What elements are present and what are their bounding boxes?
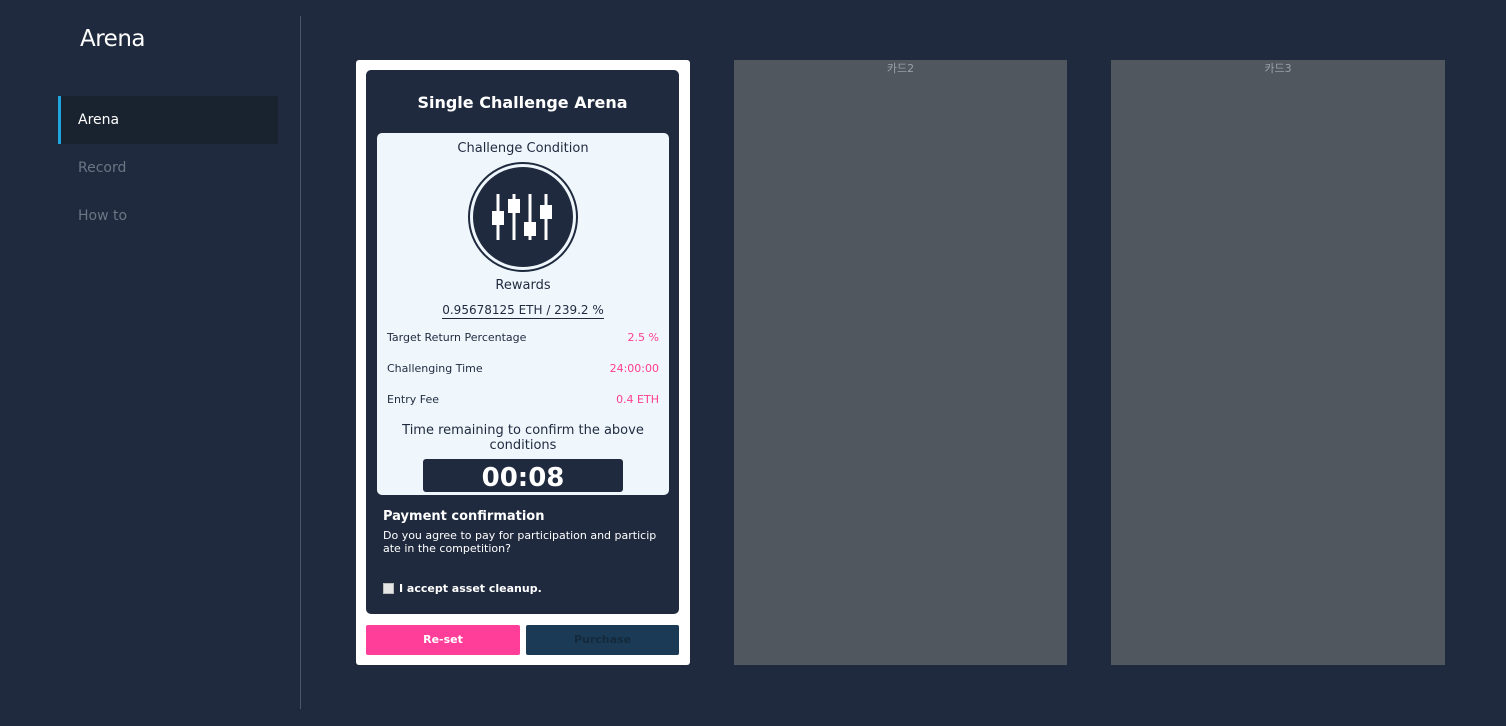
sidebar-item-arena[interactable]: Arena bbox=[58, 96, 278, 144]
sidebar-item-record[interactable]: Record bbox=[58, 144, 278, 192]
sidebar-divider bbox=[300, 16, 301, 709]
time-remaining-label: Time remaining to confirm the above cond… bbox=[402, 423, 644, 453]
condition-row-label: Challenging Time bbox=[387, 362, 483, 375]
countdown-timer: 00:08 bbox=[423, 459, 623, 493]
rewards-value-text: 0.95678125 ETH / 239.2 % bbox=[442, 303, 604, 319]
app-title: Arena bbox=[80, 26, 146, 52]
rewards-label: Rewards bbox=[495, 278, 551, 293]
sidebar: Arena Arena Record How to bbox=[0, 0, 300, 726]
challenge-card-body: Single Challenge Arena Challenge Conditi… bbox=[366, 70, 679, 614]
condition-row-value: 2.5 % bbox=[627, 331, 659, 344]
payment-text: Do you agree to pay for participation an… bbox=[383, 529, 657, 555]
sliders-icon bbox=[468, 162, 578, 272]
card-2-placeholder: 카드2 bbox=[734, 60, 1067, 665]
card-3-placeholder: 카드3 bbox=[1111, 60, 1445, 665]
sidebar-item-how-to[interactable]: How to bbox=[58, 192, 278, 240]
condition-row-label: Target Return Percentage bbox=[387, 331, 527, 344]
condition-row-value: 24:00:00 bbox=[609, 362, 659, 375]
card-2-label: 카드2 bbox=[886, 62, 915, 75]
challenge-card: Single Challenge Arena Challenge Conditi… bbox=[356, 60, 690, 665]
card-3-label: 카드3 bbox=[1264, 62, 1292, 75]
accept-checkbox[interactable] bbox=[383, 583, 394, 594]
rewards-value: 0.95678125 ETH / 239.2 % bbox=[377, 303, 669, 319]
reset-button[interactable]: Re-set bbox=[366, 625, 520, 655]
condition-row-value: 0.4 ETH bbox=[616, 393, 659, 406]
sidebar-nav: Arena Record How to bbox=[58, 96, 278, 240]
condition-title: Challenge Condition bbox=[457, 141, 589, 156]
purchase-button[interactable]: Purchase bbox=[526, 625, 679, 655]
condition-row-label: Entry Fee bbox=[387, 393, 440, 406]
condition-box: Challenge Condition Rewards 0.95678125 E… bbox=[377, 133, 669, 495]
payment-title: Payment confirmation bbox=[383, 509, 545, 524]
arena-title: Single Challenge Arena bbox=[417, 93, 628, 112]
accept-label: I accept asset cleanup. bbox=[399, 582, 542, 595]
accept-row[interactable]: I accept asset cleanup. bbox=[383, 582, 542, 595]
